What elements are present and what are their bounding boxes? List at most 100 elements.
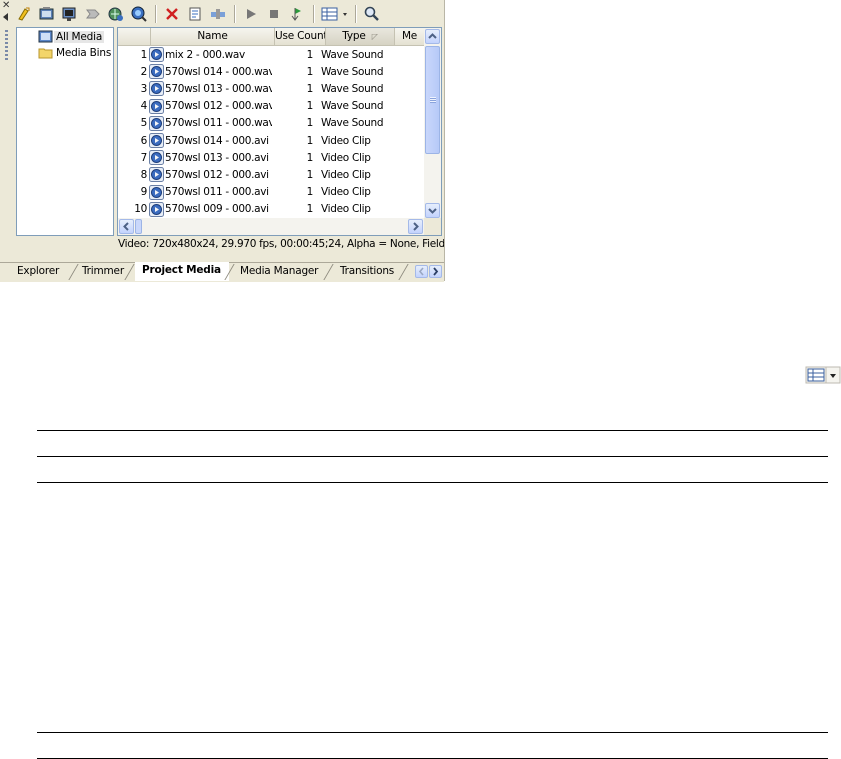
- tab-transitions[interactable]: Transitions: [340, 263, 394, 280]
- drag-handle[interactable]: [5, 30, 8, 62]
- table-row[interactable]: 6 570wsl 014 - 000.avi 1 Video Clip: [118, 132, 424, 149]
- scroll-left-button[interactable]: [119, 219, 134, 234]
- play-button[interactable]: [240, 3, 262, 25]
- table-row[interactable]: 10 570wsl 009 - 000.avi 1 Video Clip: [118, 201, 424, 218]
- media-file-icon: [149, 98, 164, 114]
- media-name: 570wsl 013 - 000.avi: [165, 151, 269, 164]
- toolbar-separator: [355, 5, 357, 23]
- chevron-left-icon: [123, 222, 129, 231]
- tab-explorer[interactable]: Explorer: [17, 263, 59, 280]
- media-type: Video Clip: [321, 168, 371, 181]
- row-number: 8: [140, 168, 148, 181]
- row-number: 6: [140, 134, 148, 147]
- scroll-right-button[interactable]: [408, 219, 423, 234]
- tab-divider: [68, 264, 79, 280]
- media-fx-button[interactable]: [105, 3, 127, 25]
- tab-scroll-right-button[interactable]: [429, 265, 442, 278]
- tab-divider: [124, 264, 135, 280]
- column-header-use-count[interactable]: Use Count: [275, 28, 326, 45]
- collapse-arrow-icon[interactable]: [3, 13, 8, 21]
- tree-item-media-bins[interactable]: Media Bins: [38, 45, 113, 61]
- get-media-button[interactable]: [59, 3, 81, 25]
- use-count: 1: [306, 48, 314, 61]
- row-number: 3: [140, 82, 148, 95]
- column-header-media[interactable]: Me: [395, 28, 424, 45]
- window-gripper[interactable]: ✕: [0, 0, 12, 262]
- search-button[interactable]: [361, 3, 383, 25]
- plugin-chain-button[interactable]: [207, 3, 229, 25]
- views-dropdown-button[interactable]: [319, 3, 351, 25]
- media-list[interactable]: Name Use Count Type ◸ Me 1 mix 2 - 000.wa…: [117, 27, 442, 236]
- divider-line: [37, 482, 828, 483]
- status-bar: Video: 720x480x24, 29.970 fps, 00:00:45;…: [118, 238, 444, 250]
- table-row[interactable]: 1 mix 2 - 000.wav 1 Wave Sound: [118, 46, 424, 63]
- media-file-icon: [149, 64, 164, 80]
- table-row[interactable]: 8 570wsl 012 - 000.avi 1 Video Clip: [118, 166, 424, 183]
- column-header-name[interactable]: Name: [151, 28, 275, 45]
- image-sequence-button[interactable]: [184, 3, 206, 25]
- table-row[interactable]: 7 570wsl 013 - 000.avi 1 Video Clip: [118, 149, 424, 166]
- tab-divider: [398, 264, 409, 280]
- divider-line: [37, 732, 828, 733]
- column-header-number[interactable]: [118, 28, 151, 45]
- views-icon: [805, 366, 841, 383]
- plugin-chain-icon: [211, 9, 225, 19]
- horizontal-scrollbar[interactable]: [118, 218, 424, 235]
- use-count: 1: [306, 117, 314, 130]
- media-name: 570wsl 013 - 000.wav: [165, 82, 272, 95]
- views-icon: [321, 7, 347, 21]
- table-row[interactable]: 5 570wsl 011 - 000.wav 1 Wave Sound: [118, 115, 424, 132]
- horizontal-scroll-thumb[interactable]: [135, 219, 142, 234]
- media-fx-icon: [108, 7, 123, 21]
- table-row[interactable]: 4 570wsl 012 - 000.wav 1 Wave Sound: [118, 98, 424, 115]
- media-bin-tree[interactable]: All Media Media Bins: [16, 27, 114, 236]
- column-header-type[interactable]: Type ◸: [326, 28, 395, 45]
- table-row[interactable]: 9 570wsl 011 - 000.avi 1 Video Clip: [118, 184, 424, 201]
- tab-media-manager[interactable]: Media Manager: [240, 263, 319, 280]
- capture-video-button[interactable]: [36, 3, 58, 25]
- tab-trimmer[interactable]: Trimmer: [82, 263, 124, 280]
- column-header-label: Type: [342, 30, 366, 42]
- media-file-icon: [149, 150, 164, 166]
- toolbar-separator: [313, 5, 315, 23]
- table-row[interactable]: 3 570wsl 013 - 000.wav 1 Wave Sound: [118, 80, 424, 97]
- vertical-scrollbar[interactable]: [424, 28, 441, 219]
- scroll-down-button[interactable]: [425, 203, 440, 218]
- remove-unused-button[interactable]: [82, 3, 104, 25]
- import-media-button[interactable]: [13, 3, 35, 25]
- media-file-icon: [149, 81, 164, 97]
- media-type: Wave Sound: [321, 82, 384, 95]
- auto-preview-button[interactable]: [286, 3, 308, 25]
- get-media-from-web-icon: [62, 7, 76, 21]
- views-dropdown-button[interactable]: [805, 365, 841, 384]
- scroll-up-button[interactable]: [425, 29, 440, 44]
- chevron-up-icon: [428, 33, 437, 39]
- table-row[interactable]: 2 570wsl 014 - 000.wav 1 Wave Sound: [118, 63, 424, 80]
- use-count: 1: [306, 186, 314, 199]
- window-tabs: Explorer Trimmer Project Media Media Man…: [0, 262, 444, 282]
- tree-item-all-media[interactable]: All Media: [38, 29, 105, 45]
- delete-button[interactable]: [161, 3, 183, 25]
- use-count: 1: [306, 168, 314, 181]
- media-name: 570wsl 012 - 000.wav: [165, 100, 272, 113]
- all-media-icon: [38, 30, 53, 43]
- toolbar: [13, 2, 443, 26]
- stop-icon: [270, 10, 278, 18]
- media-type: Wave Sound: [321, 117, 384, 130]
- tree-item-label: All Media: [54, 31, 105, 43]
- media-type: Wave Sound: [321, 100, 384, 113]
- media-file-icon: [149, 47, 164, 63]
- row-number: 7: [140, 151, 148, 164]
- tab-scroll-left-button[interactable]: [415, 265, 428, 278]
- chevron-right-icon: [413, 222, 419, 231]
- chevron-right-icon: [433, 267, 439, 276]
- vertical-scroll-thumb[interactable]: [425, 46, 440, 154]
- use-count: 1: [306, 65, 314, 78]
- media-name: 570wsl 014 - 000.wav: [165, 65, 272, 78]
- stop-button[interactable]: [263, 3, 285, 25]
- media-type: Video Clip: [321, 186, 371, 199]
- tab-project-media[interactable]: Project Media: [135, 262, 229, 281]
- properties-button[interactable]: [128, 3, 150, 25]
- close-icon[interactable]: ✕: [2, 1, 10, 11]
- media-name: 570wsl 012 - 000.avi: [165, 168, 269, 181]
